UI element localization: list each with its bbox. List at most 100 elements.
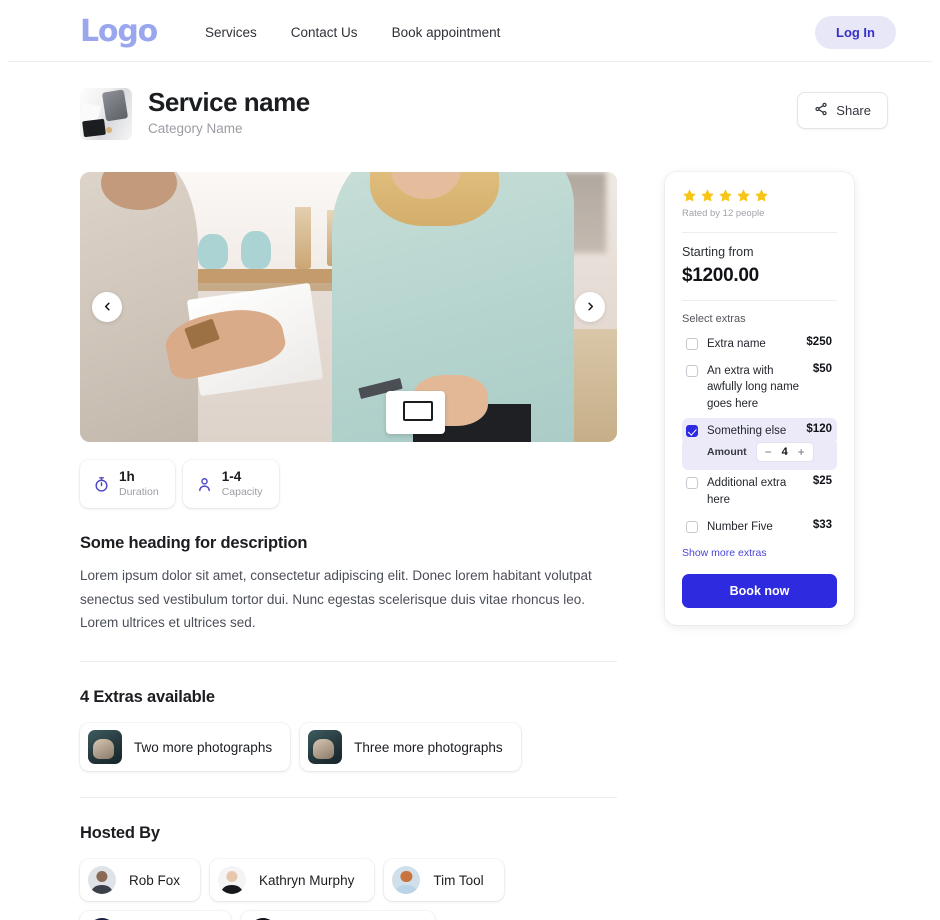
extra-thumbnail [308, 730, 343, 765]
host-card[interactable]: Tim Tool [384, 859, 504, 902]
carousel-image [80, 172, 617, 442]
sidebar-extra-name: Additional extra here [707, 477, 787, 507]
service-header: Service name Category Name Share [80, 87, 888, 140]
person-icon [196, 476, 213, 493]
sidebar-extras-list: Extra name $250 An extra with awfully lo… [682, 331, 837, 540]
carousel-prev-button[interactable] [92, 292, 122, 322]
image-carousel[interactable] [80, 172, 617, 442]
price-value: $1200.00 [682, 265, 759, 286]
sidebar-extra-name: Extra name [707, 338, 766, 350]
star-icon [682, 188, 697, 203]
star-icon [700, 188, 715, 203]
description-section: Some heading for description Lorem ipsum… [80, 508, 617, 635]
carousel-next-button[interactable] [575, 292, 605, 322]
nav-link-contact-us[interactable]: Contact Us [291, 25, 358, 40]
booking-sidebar: Rated by 12 people Starting from $1200.0… [665, 172, 854, 920]
description-body: Lorem ipsum dolor sit amet, consectetur … [80, 568, 592, 631]
logo[interactable]: Logo [80, 16, 158, 47]
meta-capacity-value: 1-4 [221, 469, 242, 484]
host-card[interactable]: Cameron Williamson [241, 911, 435, 920]
hosts-list: Rob Fox Kathryn Murphy Tim Tool Wad [80, 859, 617, 920]
meta-capacity: 1-4 Capacity [182, 460, 279, 509]
starting-from-label: Starting from [682, 245, 754, 259]
page-body: Service name Category Name Share 1h Dura… [8, 62, 932, 920]
chevron-left-icon [102, 300, 113, 315]
host-card[interactable]: Wade Warren [80, 911, 232, 920]
star-icon [736, 188, 751, 203]
sidebar-extra-name: Something else [707, 424, 787, 437]
timer-icon [93, 476, 110, 493]
booking-card: Rated by 12 people Starting from $1200.0… [665, 172, 854, 626]
amount-control: Amount − 4 + [682, 442, 837, 471]
checkbox[interactable] [686, 520, 698, 533]
extra-card[interactable]: Three more photographs [300, 723, 521, 772]
star-icon [754, 188, 769, 203]
extra-card[interactable]: Two more photographs [80, 723, 291, 772]
book-now-button[interactable]: Book now [682, 574, 837, 609]
meta-duration-value: 1h [119, 469, 135, 484]
hosted-by-section: Hosted By Rob Fox Kathryn Murphy Tim Too… [80, 798, 617, 920]
increment-button[interactable]: + [794, 443, 809, 461]
main-column: 1h Duration 1-4 Capacity Some heading fo… [80, 172, 617, 920]
nav-link-services[interactable]: Services [205, 25, 257, 40]
checkbox[interactable] [686, 477, 698, 490]
host-name: Kathryn Murphy [259, 872, 355, 888]
description-heading: Some heading for description [80, 534, 308, 553]
login-button[interactable]: Log In [815, 16, 896, 49]
nav-link-book-appointment[interactable]: Book appointment [392, 25, 501, 40]
service-meta: 1h Duration 1-4 Capacity [80, 460, 617, 509]
amount-value: 4 [781, 446, 788, 459]
extras-list: Two more photographs Three more photogra… [80, 723, 617, 772]
meta-capacity-label: Capacity [221, 485, 263, 498]
quantity-stepper: − 4 + [755, 442, 814, 463]
star-icon [718, 188, 733, 203]
sidebar-extra-row[interactable]: Additional extra here $25 [682, 470, 837, 513]
share-label: Share [836, 103, 871, 118]
meta-duration-label: Duration [119, 485, 159, 498]
share-icon [814, 102, 828, 119]
avatar [392, 866, 421, 895]
sidebar-extra-price: $33 [812, 518, 832, 531]
rating-count: Rated by 12 people [682, 208, 765, 219]
host-name: Rob Fox [129, 872, 181, 888]
divider [682, 300, 837, 301]
extra-label: Three more photographs [354, 739, 503, 755]
avatar [88, 866, 116, 895]
sidebar-extra-price: $250 [806, 336, 832, 348]
share-button[interactable]: Share [797, 92, 888, 129]
select-extras-label: Select extras [682, 313, 746, 325]
sidebar-extra-price: $50 [812, 362, 832, 375]
host-card[interactable]: Kathryn Murphy [210, 859, 375, 902]
rating-stars [682, 188, 837, 203]
service-title-block: Service name Category Name [148, 87, 310, 136]
sidebar-extra-name: An extra with awfully long name goes her… [707, 364, 800, 411]
hosted-by-heading: Hosted By [80, 824, 160, 843]
host-card[interactable]: Rob Fox [80, 859, 201, 902]
show-more-extras-link[interactable]: Show more extras [682, 547, 767, 559]
decrement-button[interactable]: − [761, 443, 776, 461]
extras-section: 4 Extras available Two more photographs … [80, 662, 617, 772]
checkbox[interactable] [686, 338, 698, 350]
sidebar-extra-row[interactable]: Extra name $250 [682, 331, 837, 358]
page-title: Service name [148, 87, 310, 117]
meta-duration: 1h Duration [80, 460, 175, 509]
top-navigation: Logo Services Contact Us Book appointmen… [8, 4, 932, 62]
divider [682, 232, 837, 233]
extra-thumbnail [88, 730, 122, 765]
extras-heading: 4 Extras available [80, 688, 215, 707]
checkbox-checked[interactable] [686, 424, 698, 437]
nav-links: Services Contact Us Book appointment [205, 25, 500, 40]
checkbox[interactable] [686, 364, 698, 377]
sidebar-extra-row[interactable]: An extra with awfully long name goes her… [682, 358, 837, 418]
sidebar-extra-row[interactable]: Number Five $33 [682, 514, 837, 541]
sidebar-extra-row-selected[interactable]: Something else $120 [682, 417, 837, 445]
extra-label: Two more photographs [134, 739, 273, 755]
host-name: Tim Tool [433, 872, 484, 888]
sidebar-extra-price: $25 [812, 475, 832, 488]
app-window: Logo Services Contact Us Book appointmen… [8, 4, 932, 920]
avatar [218, 866, 247, 895]
content-area: 1h Duration 1-4 Capacity Some heading fo… [80, 172, 888, 920]
sidebar-extra-price: $120 [806, 422, 832, 435]
service-thumbnail [80, 88, 132, 140]
sidebar-extra-name: Number Five [707, 520, 773, 533]
